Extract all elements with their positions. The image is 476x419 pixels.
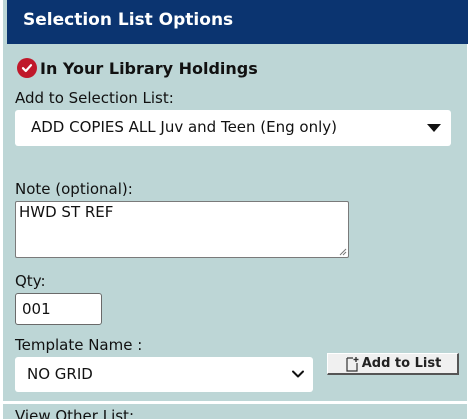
section-divider <box>3 401 467 404</box>
caret-down-icon <box>427 124 441 132</box>
view-other-list-label: View Other List: <box>15 407 134 419</box>
selection-list-value: ADD COPIES ALL Juv and Teen (Eng only) <box>31 118 338 136</box>
chevron-down-icon <box>292 370 304 378</box>
qty-value: 001 <box>22 300 51 318</box>
selection-list-options-panel: Selection List Options In Your Library H… <box>0 0 470 419</box>
selection-list-label: Add to Selection List: <box>15 89 174 107</box>
template-name-dropdown[interactable]: NO GRID <box>15 357 313 392</box>
template-name-label: Template Name : <box>15 336 143 354</box>
panel-header: Selection List Options <box>7 0 468 44</box>
add-to-list-label: Add to List <box>361 356 442 371</box>
resize-grip-icon[interactable] <box>339 248 347 256</box>
add-document-icon <box>346 356 359 372</box>
qty-label: Qty: <box>15 272 46 290</box>
selection-list-dropdown[interactable]: ADD COPIES ALL Juv and Teen (Eng only) <box>15 110 451 146</box>
note-label: Note (optional): <box>15 180 133 198</box>
template-name-value: NO GRID <box>27 365 93 383</box>
holdings-status: In Your Library Holdings <box>15 58 258 78</box>
check-circle-icon <box>17 58 37 78</box>
panel-title: Selection List Options <box>23 10 234 30</box>
holdings-text: In Your Library Holdings <box>40 58 258 78</box>
add-to-list-button[interactable]: Add to List <box>327 353 459 375</box>
note-value: HWD ST REF <box>19 203 114 221</box>
qty-input[interactable]: 001 <box>15 293 102 325</box>
note-textarea[interactable]: HWD ST REF <box>15 201 349 258</box>
